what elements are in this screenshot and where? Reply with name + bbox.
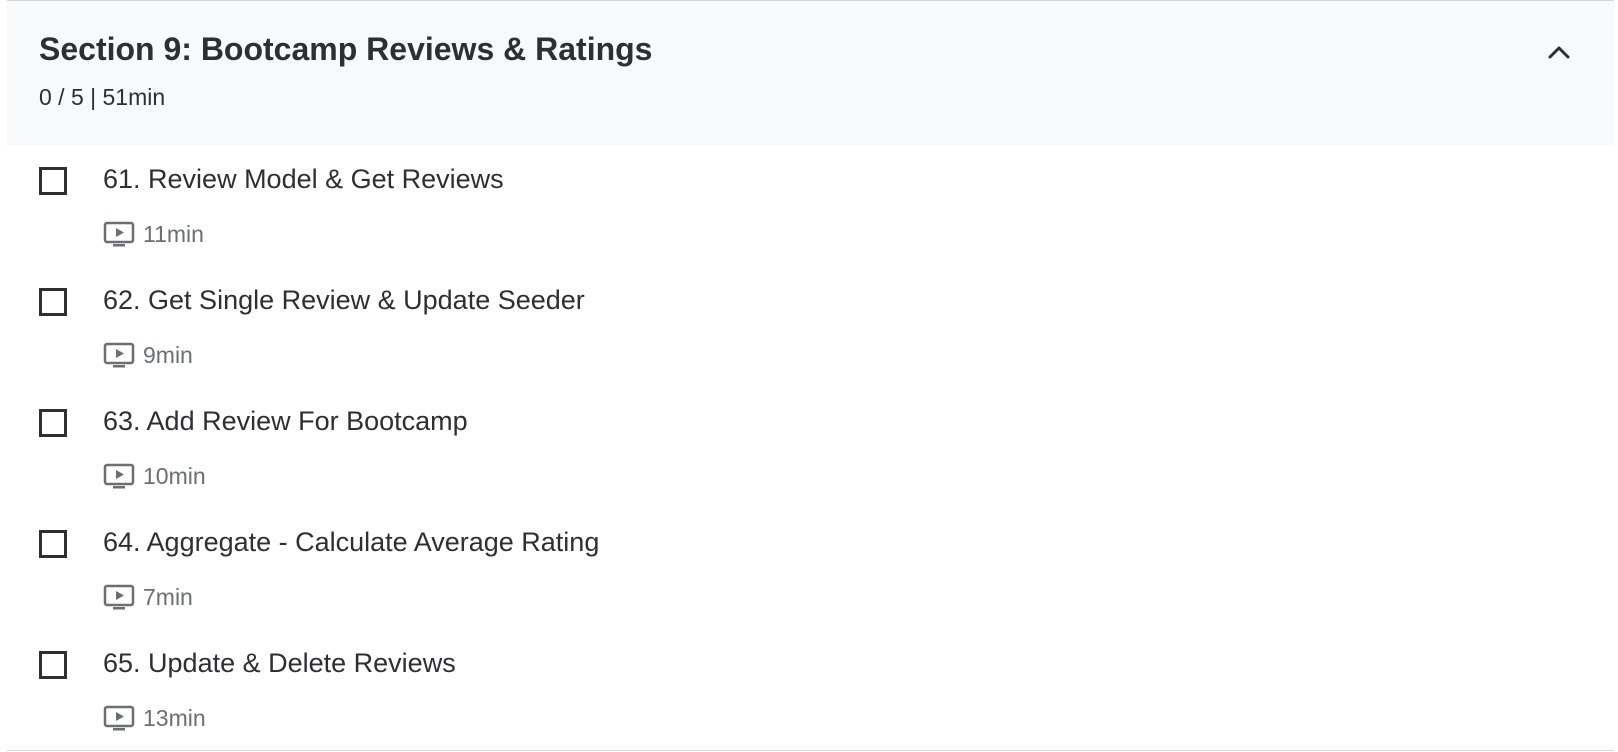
video-icon — [103, 583, 135, 611]
lecture-complete-checkbox[interactable] — [39, 167, 67, 195]
lecture-list: 61. Review Model & Get Reviews 11min 62.… — [7, 146, 1614, 751]
lecture-title: 63. Add Review For Bootcamp — [103, 406, 468, 436]
lecture-item[interactable]: 63. Add Review For Bootcamp 10min — [7, 388, 1614, 509]
video-icon — [103, 220, 135, 248]
video-icon — [103, 704, 135, 732]
section-divider — [7, 750, 1614, 751]
lecture-meta: 11min — [103, 220, 204, 248]
lecture-duration: 13min — [143, 704, 206, 731]
lecture-complete-checkbox[interactable] — [39, 651, 67, 679]
lecture-complete-checkbox[interactable] — [39, 288, 67, 316]
chevron-up-icon[interactable] — [1543, 37, 1575, 69]
lecture-meta: 10min — [103, 462, 206, 490]
section-title: Section 9: Bootcamp Reviews & Ratings — [39, 31, 653, 67]
lecture-item[interactable]: 62. Get Single Review & Update Seeder 9m… — [7, 267, 1614, 388]
lecture-complete-checkbox[interactable] — [39, 409, 67, 437]
lecture-item[interactable]: 64. Aggregate - Calculate Average Rating… — [7, 509, 1614, 630]
lecture-title: 62. Get Single Review & Update Seeder — [103, 285, 585, 315]
lecture-duration: 7min — [143, 583, 193, 610]
lecture-meta: 13min — [103, 704, 206, 732]
lecture-item[interactable]: 61. Review Model & Get Reviews 11min — [7, 146, 1614, 267]
lecture-item[interactable]: 65. Update & Delete Reviews 13min — [7, 630, 1614, 751]
lecture-duration: 9min — [143, 341, 193, 368]
section-progress-meta: 0 / 5 | 51min — [39, 84, 166, 110]
lecture-meta: 9min — [103, 341, 193, 369]
lecture-complete-checkbox[interactable] — [39, 530, 67, 558]
curriculum-section: Section 9: Bootcamp Reviews & Ratings 0 … — [7, 0, 1614, 751]
video-icon — [103, 462, 135, 490]
section-header[interactable]: Section 9: Bootcamp Reviews & Ratings 0 … — [7, 1, 1614, 146]
lecture-duration: 10min — [143, 462, 206, 489]
lecture-title: 64. Aggregate - Calculate Average Rating — [103, 527, 600, 557]
lecture-meta: 7min — [103, 583, 193, 611]
lecture-title: 61. Review Model & Get Reviews — [103, 164, 504, 194]
lecture-duration: 11min — [143, 220, 204, 247]
lecture-title: 65. Update & Delete Reviews — [103, 648, 456, 678]
video-icon — [103, 341, 135, 369]
